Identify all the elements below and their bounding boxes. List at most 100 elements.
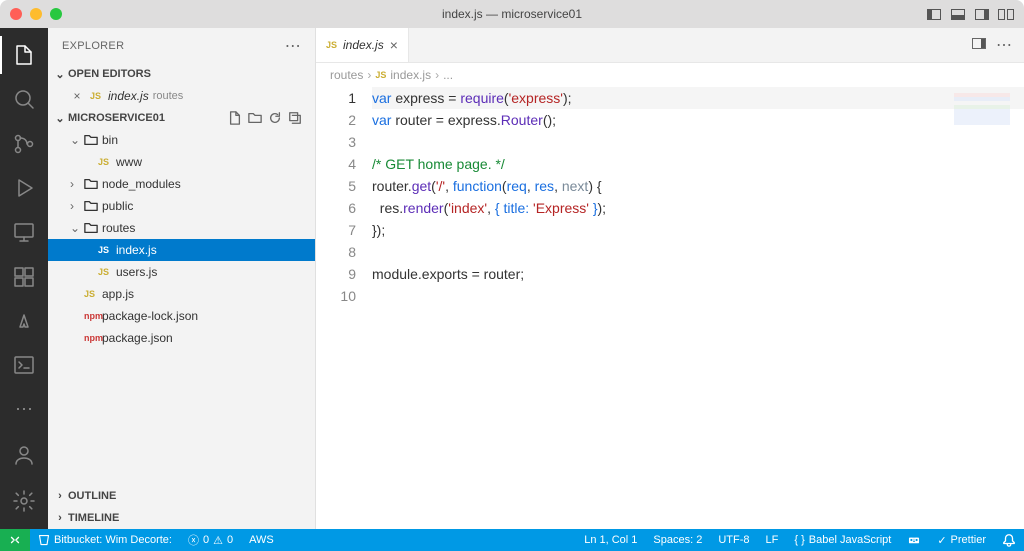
aws-status[interactable]: AWS [241, 529, 282, 551]
tab-title: index.js [343, 38, 384, 52]
window-controls [10, 8, 62, 20]
atlassian-activity-icon[interactable] [0, 302, 48, 340]
editor-tab[interactable]: JS index.js × [316, 28, 409, 62]
code-line[interactable]: module.exports = router; [372, 263, 1024, 285]
refresh-icon[interactable] [267, 110, 283, 126]
remote-explorer-activity-icon[interactable] [0, 213, 48, 251]
accounts-icon[interactable] [0, 435, 48, 475]
collapse-all-icon[interactable] [287, 110, 303, 126]
extensions-activity-icon[interactable] [0, 258, 48, 296]
project-section[interactable]: ⌄ MICROSERVICE01 [48, 107, 315, 129]
open-editors-label: OPEN EDITORS [68, 68, 151, 80]
chevron-right-icon: › [70, 177, 84, 191]
cursor-position[interactable]: Ln 1, Col 1 [576, 529, 645, 551]
line-number-gutter: 12345678910 [316, 87, 372, 529]
timeline-section[interactable]: › TIMELINE [48, 507, 315, 529]
code-line[interactable]: var express = require('express'); [372, 87, 1024, 109]
tree-item-label: package-lock.json [102, 309, 198, 323]
file-item[interactable]: JSusers.js [48, 261, 315, 283]
prettier-label: Prettier [951, 534, 986, 546]
tree-item-label: node_modules [102, 177, 181, 191]
file-item[interactable]: JSwww [48, 151, 315, 173]
breadcrumb[interactable]: routes › JS index.js › ... [316, 63, 1024, 87]
line-number: 3 [316, 131, 356, 153]
code-line[interactable]: }); [372, 219, 1024, 241]
explorer-more-icon[interactable]: ⋯ [285, 36, 301, 56]
javascript-file-icon: JS [326, 40, 337, 50]
remote-indicator[interactable] [0, 529, 30, 551]
toggle-panel-left-icon[interactable] [926, 6, 942, 22]
folder-icon [84, 199, 102, 213]
code-line[interactable] [372, 241, 1024, 263]
folder-item[interactable]: ›public [48, 195, 315, 217]
breadcrumb-segment[interactable]: routes [330, 68, 363, 82]
chevron-right-icon: › [52, 490, 68, 502]
folder-icon [84, 133, 102, 147]
split-editor-icon[interactable] [972, 36, 986, 54]
outline-label: OUTLINE [68, 490, 116, 502]
tree-item-label: users.js [116, 265, 157, 279]
file-item[interactable]: JSapp.js [48, 283, 315, 305]
tree-item-label: package.json [102, 331, 173, 345]
encoding-status[interactable]: UTF-8 [710, 529, 757, 551]
folder-item[interactable]: › node_modules [48, 173, 315, 195]
folder-item[interactable]: ⌄bin [48, 129, 315, 151]
vertical-scrollbar[interactable] [1010, 87, 1024, 529]
close-editor-icon[interactable]: × [70, 89, 84, 103]
breadcrumb-segment[interactable]: ... [443, 68, 453, 82]
chevron-right-icon: › [52, 512, 68, 524]
folder-item[interactable]: ⌄routes [48, 217, 315, 239]
new-file-icon[interactable] [227, 110, 243, 126]
code-line[interactable]: router.get('/', function(req, res, next)… [372, 175, 1024, 197]
language-mode[interactable]: { } Babel JavaScript [786, 529, 899, 551]
maximize-window-icon[interactable] [50, 8, 62, 20]
source-control-activity-icon[interactable] [0, 125, 48, 163]
tree-item-label: bin [102, 133, 118, 147]
file-item[interactable]: npmpackage.json [48, 327, 315, 349]
eol-status[interactable]: LF [758, 529, 787, 551]
bitbucket-status[interactable]: Bitbucket: Wim Decorte: [30, 529, 180, 551]
line-number: 4 [316, 153, 356, 175]
tree-item-label: www [116, 155, 142, 169]
notifications-icon[interactable] [994, 529, 1024, 551]
code-line[interactable]: /* GET home page. */ [372, 153, 1024, 175]
minimize-window-icon[interactable] [30, 8, 42, 20]
open-editors-section[interactable]: ⌄ OPEN EDITORS [48, 63, 315, 85]
code-line[interactable]: res.render('index', { title: 'Express' }… [372, 197, 1024, 219]
outline-section[interactable]: › OUTLINE [48, 485, 315, 507]
code-line[interactable] [372, 131, 1024, 153]
npm-file-icon: npm [84, 311, 102, 321]
more-activity-icon[interactable]: ⋯ [0, 391, 48, 429]
open-editor-item[interactable]: × JS index.js routes [48, 85, 315, 107]
braces-icon: { } [794, 534, 804, 546]
search-activity-icon[interactable] [0, 80, 48, 118]
editor-group: JS index.js × ⋯ routes › JS index.js › .… [316, 28, 1024, 529]
editor-more-icon[interactable]: ⋯ [996, 35, 1012, 55]
javascript-file-icon: JS [84, 289, 102, 299]
copilot-status[interactable] [899, 529, 929, 551]
line-number: 10 [316, 285, 356, 307]
chevron-right-icon: › [70, 199, 84, 213]
explorer-activity-icon[interactable] [0, 36, 48, 74]
breadcrumb-segment[interactable]: index.js [390, 68, 431, 82]
toggle-panel-right-icon[interactable] [974, 6, 990, 22]
run-debug-activity-icon[interactable] [0, 169, 48, 207]
toggle-panel-bottom-icon[interactable] [950, 6, 966, 22]
code-editor[interactable]: 12345678910 var express = require('expre… [316, 87, 1024, 529]
close-tab-icon[interactable]: × [390, 37, 398, 53]
code-content[interactable]: var express = require('express');var rou… [372, 87, 1024, 529]
terminal-activity-icon[interactable] [0, 346, 48, 384]
explorer-sidebar: EXPLORER ⋯ ⌄ OPEN EDITORS × JS index.js … [48, 28, 316, 529]
settings-gear-icon[interactable] [0, 481, 48, 521]
file-item[interactable]: JSindex.js [48, 239, 315, 261]
minimap[interactable] [954, 93, 1010, 133]
indentation-status[interactable]: Spaces: 2 [645, 529, 710, 551]
customize-layout-icon[interactable] [998, 6, 1014, 22]
file-item[interactable]: npmpackage-lock.json [48, 305, 315, 327]
code-line[interactable] [372, 285, 1024, 307]
new-folder-icon[interactable] [247, 110, 263, 126]
code-line[interactable]: var router = express.Router(); [372, 109, 1024, 131]
close-window-icon[interactable] [10, 8, 22, 20]
prettier-status[interactable]: ✓ Prettier [929, 529, 994, 551]
problems-status[interactable]: ⓧ0 ⚠0 [180, 529, 241, 551]
